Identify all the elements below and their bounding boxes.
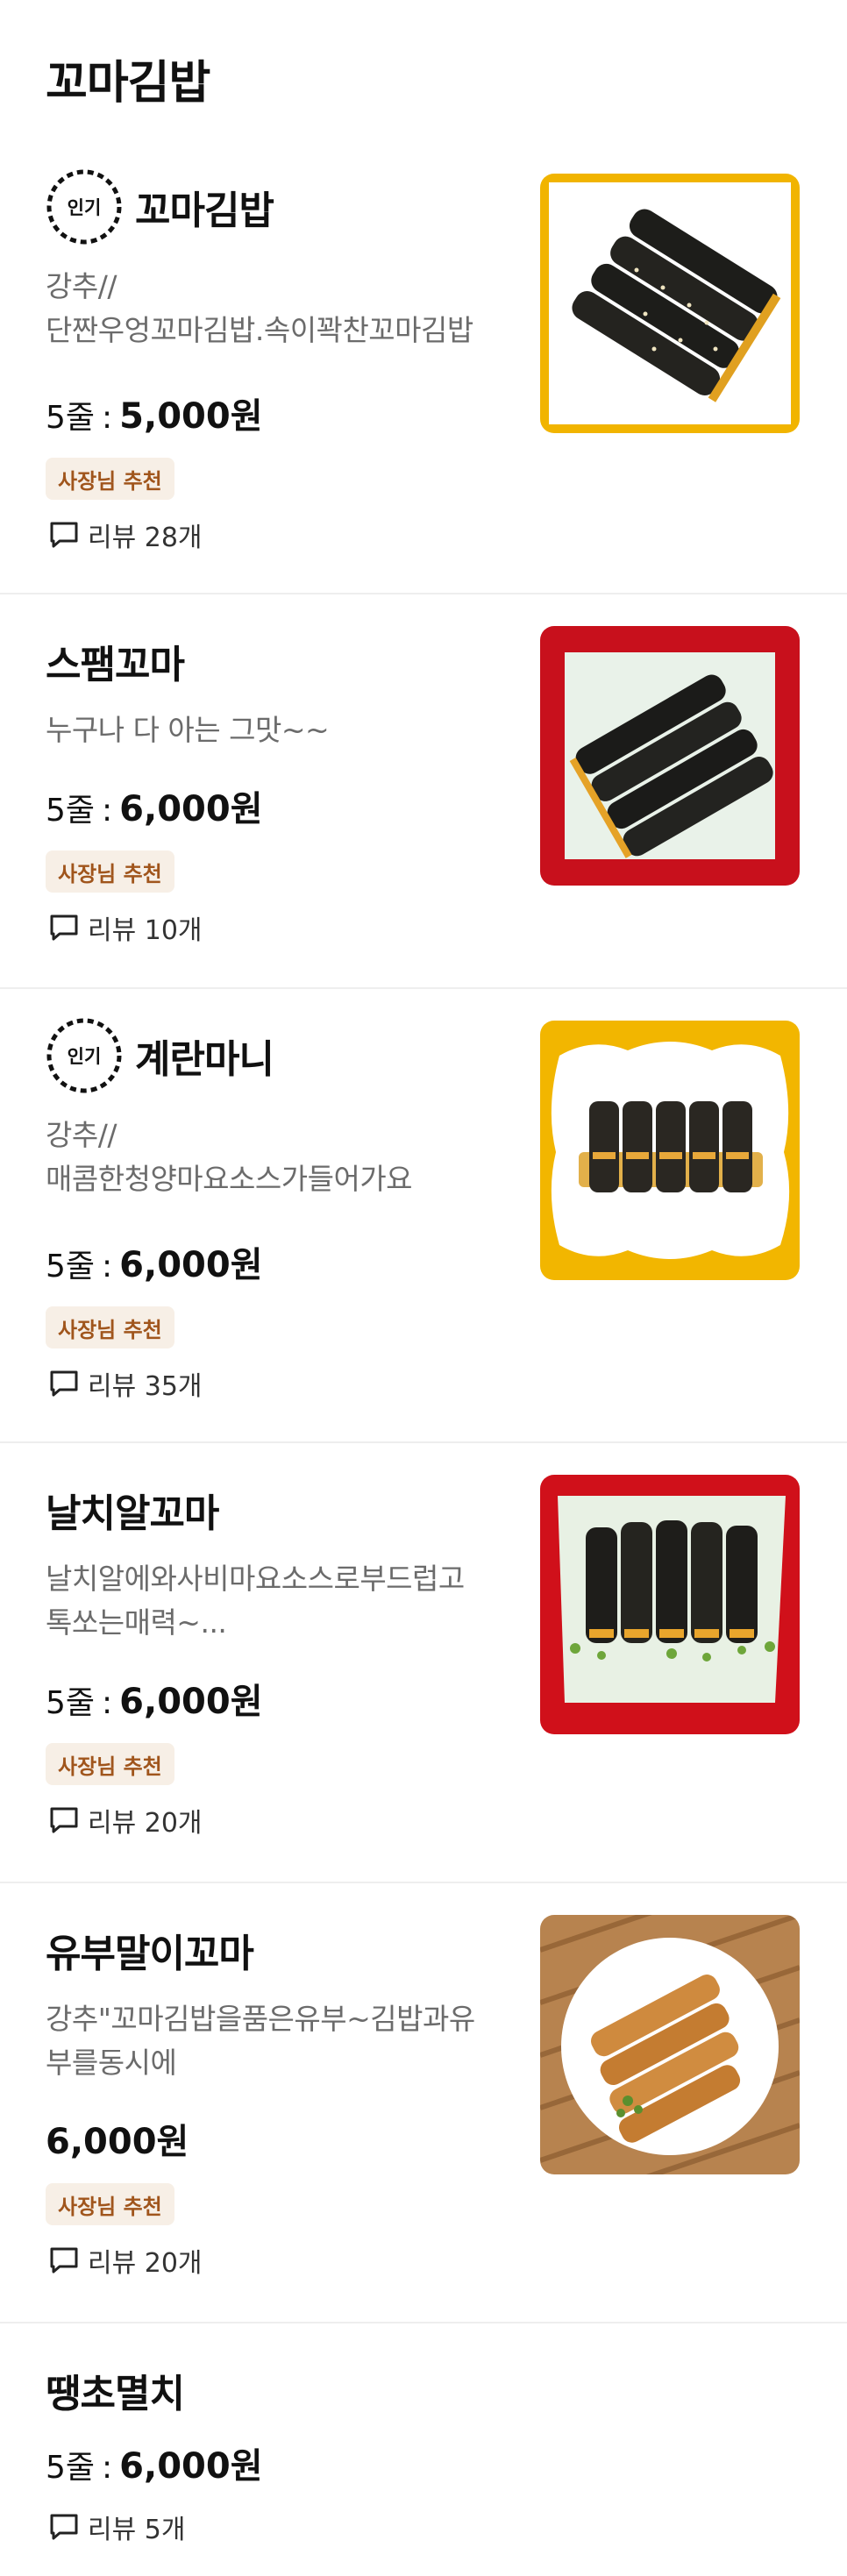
menu-item[interactable]: 유부말이꼬마 강추"꼬마김밥을품은유부~김밥과유 부를동시에 6,000원 사장… [0, 1883, 847, 2323]
review-count-label: 리뷰 20개 [88, 2248, 203, 2279]
owner-recommend-tag: 사장님 추천 [46, 1743, 174, 1785]
owner-recommend-tag: 사장님 추천 [46, 2183, 174, 2225]
kimbap-photo [540, 174, 800, 433]
item-name: 유부말이꼬마 [46, 1932, 254, 1976]
item-description: 강추// 단짠우엉꼬마김밥.속이꽉찬꼬마김밥 [46, 265, 519, 352]
kimbap-photo [540, 626, 800, 886]
owner-recommend-tag: 사장님 추천 [46, 850, 174, 893]
price-separator: : [102, 400, 113, 436]
speech-bubble-icon [50, 522, 78, 548]
item-title-row: 땡초멸치 [46, 2352, 185, 2429]
item-description-line: 톡쏘는매력~... [46, 1605, 227, 1640]
review-count[interactable]: 리뷰 35개 [49, 1364, 203, 1403]
item-price: 6,000원 [119, 1245, 263, 1285]
item-price: 6,000원 [119, 1682, 263, 1722]
item-description-line: 강추// [46, 1118, 117, 1152]
review-count[interactable]: 리뷰 10개 [49, 908, 203, 947]
price-separator: : [102, 1685, 113, 1721]
item-price-row: 6,000원 [46, 2113, 189, 2164]
speech-bubble-icon [50, 1807, 78, 1833]
item-name: 날치알꼬마 [46, 1491, 219, 1536]
item-price-row: 5줄 : 6,000원 [46, 1673, 263, 1724]
kimbap-photo [540, 1475, 800, 1734]
item-price: 6,000원 [119, 789, 263, 829]
item-name: 땡초멸치 [46, 2372, 185, 2416]
item-description-line: 매콤한청양마요소스가들어가요 [46, 1162, 413, 1196]
item-price-row: 5줄 : 6,000원 [46, 2437, 263, 2488]
item-photo[interactable] [540, 1021, 800, 1280]
popular-badge: 인기 [46, 1017, 123, 1094]
review-count[interactable]: 리뷰 20개 [49, 1801, 203, 1839]
owner-recommend-tag: 사장님 추천 [46, 1306, 174, 1348]
item-description-line: 누구나 다 아는 그맛~~ [46, 713, 330, 747]
review-count-label: 리뷰 35개 [88, 1371, 203, 1402]
item-quantity: 5줄 [46, 400, 96, 436]
item-description: 강추// 매콤한청양마요소스가들어가요 [46, 1114, 519, 1201]
item-price-row: 5줄 : 6,000원 [46, 780, 263, 831]
item-description-line: 부를동시에 [46, 2046, 177, 2080]
owner-recommend-tag: 사장님 추천 [46, 458, 174, 500]
review-count-label: 리뷰 28개 [88, 523, 203, 553]
item-photo[interactable] [540, 1475, 800, 1734]
menu-item[interactable]: 스팸꼬마 누구나 다 아는 그맛~~ 5줄 : 6,000원 사장님 추천 리뷰… [0, 594, 847, 989]
item-title-row: 날치알꼬마 [46, 1471, 219, 1548]
item-photo[interactable] [540, 1915, 800, 2174]
review-count-label: 리뷰 10개 [88, 915, 203, 946]
menu-item[interactable]: 인기 꼬마김밥 강추// 단짠우엉꼬마김밥.속이꽉찬꼬마김밥 5줄 : 5,00… [0, 140, 847, 594]
menu-item[interactable]: 날치알꼬마 날치알에와사비마요소스로부드럽고 톡쏘는매력~... 5줄 : 6,… [0, 1443, 847, 1883]
item-description: 날치알에와사비마요소스로부드럽고 톡쏘는매력~... [46, 1557, 519, 1645]
item-name: 꼬마김밥 [135, 189, 274, 233]
item-price: 6,000원 [46, 2122, 189, 2162]
item-name: 계란마니 [135, 1037, 274, 1082]
item-description-line: 날치알에와사비마요소스로부드럽고 [46, 1562, 465, 1596]
item-price-row: 5줄 : 5,000원 [46, 388, 263, 438]
menu-item[interactable]: 땡초멸치 5줄 : 6,000원 리뷰 5개 [0, 2323, 847, 2576]
item-description: 누구나 다 아는 그맛~~ [46, 708, 519, 752]
item-quantity: 5줄 [46, 1249, 96, 1284]
item-name: 스팸꼬마 [46, 643, 185, 687]
speech-bubble-icon [50, 914, 78, 941]
item-title-row: 스팸꼬마 [46, 623, 185, 700]
price-separator: : [102, 2450, 113, 2486]
review-count[interactable]: 리뷰 5개 [49, 2508, 185, 2546]
kimbap-photo [540, 1021, 800, 1280]
price-separator: : [102, 1249, 113, 1284]
yubu-kimbap-photo [540, 1915, 800, 2174]
item-price: 5,000원 [119, 396, 263, 437]
item-description: 강추"꼬마김밥을품은유부~김밥과유 부를동시에 [46, 1997, 519, 2085]
item-title-row: 인기 꼬마김밥 [46, 168, 274, 246]
item-photo[interactable] [540, 626, 800, 886]
speech-bubble-icon [50, 2247, 78, 2274]
price-separator: : [102, 793, 113, 829]
item-quantity: 5줄 [46, 1685, 96, 1721]
item-price: 6,000원 [119, 2446, 263, 2487]
item-title-row: 인기 계란마니 [46, 1017, 274, 1094]
item-description-line: 강추"꼬마김밥을품은유부~김밥과유 [46, 2002, 475, 2036]
menu-item[interactable]: 인기 계란마니 강추// 매콤한청양마요소스가들어가요 5줄 : 6,000원 … [0, 989, 847, 1443]
review-count-label: 리뷰 5개 [88, 2515, 186, 2545]
popular-badge-label: 인기 [67, 197, 102, 218]
section-title: 꼬마김밥 [46, 57, 210, 110]
popular-badge-label: 인기 [67, 1046, 102, 1067]
review-count[interactable]: 리뷰 28개 [49, 516, 203, 554]
item-description-line: 단짠우엉꼬마김밥.속이꽉찬꼬마김밥 [46, 313, 473, 347]
speech-bubble-icon [50, 2514, 78, 2540]
review-count[interactable]: 리뷰 20개 [49, 2241, 203, 2280]
item-quantity: 5줄 [46, 2450, 96, 2486]
item-title-row: 유부말이꼬마 [46, 1911, 254, 1989]
item-photo[interactable] [540, 174, 800, 433]
item-price-row: 5줄 : 6,000원 [46, 1236, 263, 1287]
item-description-line: 강추// [46, 269, 117, 303]
speech-bubble-icon [50, 1370, 78, 1397]
review-count-label: 리뷰 20개 [88, 1808, 203, 1839]
popular-badge: 인기 [46, 168, 123, 246]
item-quantity: 5줄 [46, 793, 96, 829]
